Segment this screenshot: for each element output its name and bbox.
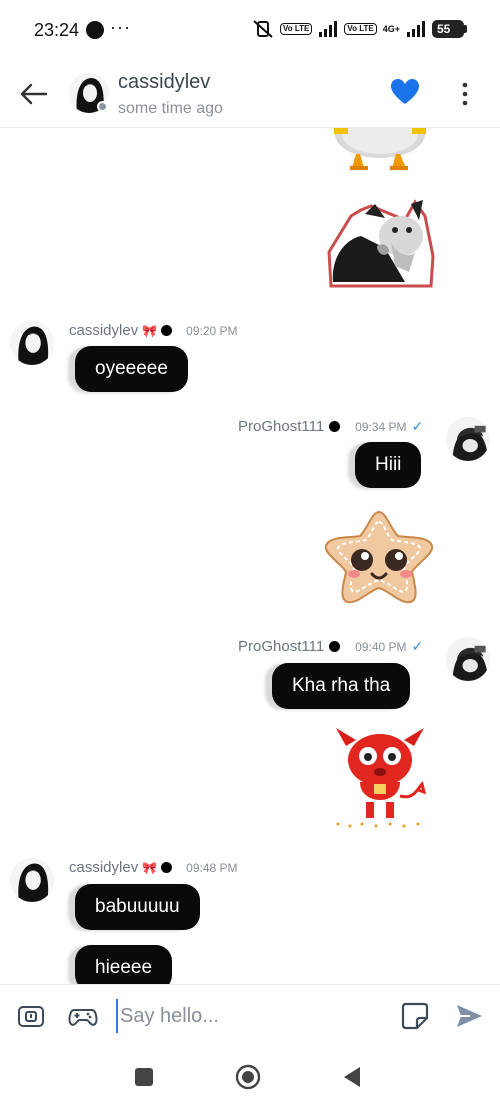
gingerbread-star-sticker[interactable] <box>322 508 436 606</box>
message-time: 09:20 PM <box>186 323 238 338</box>
sender-name[interactable]: ProGhost111 <box>238 638 324 655</box>
sender-avatar[interactable] <box>10 858 54 902</box>
message-bubble[interactable]: Hiii <box>355 442 422 488</box>
message-time: 09:40 PM <box>355 639 407 654</box>
black-dot-icon <box>329 641 341 652</box>
message-meta: cassidylev 🎀 09:48 PM <box>69 859 238 876</box>
sender-name[interactable]: cassidylev <box>69 859 138 876</box>
message-bubble[interactable]: oyeeeee <box>75 346 188 392</box>
composer-bar <box>0 984 500 1046</box>
sender-name[interactable]: ProGhost111 <box>238 418 324 435</box>
recents-icon[interactable] <box>131 1064 157 1090</box>
volte-icon-2: Vo LTE <box>344 23 377 35</box>
chat-header: cassidylev some time ago <box>0 62 500 128</box>
system-nav-bar <box>0 1046 500 1107</box>
girl-avatar-icon <box>10 321 54 365</box>
signal-icon-2 <box>407 21 425 37</box>
sticker-icon[interactable] <box>400 1001 430 1031</box>
home-icon[interactable] <box>235 1064 261 1090</box>
back-arrow-icon[interactable] <box>18 80 50 108</box>
black-dot-icon <box>329 421 341 432</box>
message-meta: cassidylev 🎀 09:20 PM <box>69 322 238 339</box>
message-meta: ProGhost111 09:40 PM ✓ <box>238 638 423 655</box>
read-check-icon: ✓ <box>411 418 424 434</box>
more-options-icon[interactable] <box>456 80 474 108</box>
mute-vibrate-icon <box>253 20 273 38</box>
last-seen-status: some time ago <box>118 100 223 117</box>
sender-avatar[interactable] <box>446 417 490 461</box>
presence-dot <box>97 101 108 112</box>
sender-name[interactable]: cassidylev <box>69 322 138 339</box>
status-time: 23:24 <box>34 20 80 40</box>
cat-sticker[interactable] <box>325 196 437 290</box>
red-devil-sticker[interactable] <box>330 726 430 830</box>
back-nav-icon[interactable] <box>340 1064 366 1090</box>
status-bar: 23:24 ··· Vo LTE Vo LTE 4G+ 55 <box>0 0 500 62</box>
send-icon[interactable] <box>454 1001 484 1031</box>
black-dot-icon <box>161 325 173 336</box>
signal-icon <box>319 21 338 37</box>
message-bubble[interactable]: hieeee <box>75 945 173 984</box>
sender-avatar[interactable] <box>10 321 54 365</box>
volte-icon: Vo LTE <box>279 23 313 35</box>
call-icon <box>86 21 104 39</box>
contact-name[interactable]: cassidylev <box>118 71 210 94</box>
battery-icon: 55 <box>432 20 467 38</box>
more-notifications-icon: ··· <box>110 17 131 37</box>
message-list[interactable]: cassidylev 🎀 09:20 PM oyeeeee ProGhost11… <box>0 128 500 984</box>
message-time: 09:48 PM <box>186 860 238 875</box>
ghost-avatar-icon <box>446 417 490 461</box>
message-bubble[interactable]: babuuuuu <box>75 884 200 930</box>
message-meta: ProGhost111 09:34 PM ✓ <box>238 418 423 435</box>
bow-emoji: 🎀 <box>142 323 158 338</box>
heart-icon[interactable] <box>390 78 420 106</box>
wallet-icon[interactable] <box>16 1001 46 1031</box>
sender-avatar[interactable] <box>446 637 490 681</box>
bow-emoji: 🎀 <box>142 860 158 875</box>
read-check-icon: ✓ <box>411 638 424 654</box>
message-input[interactable] <box>116 999 376 1033</box>
girl-avatar-icon <box>10 858 54 902</box>
status-icons: Vo LTE Vo LTE 4G+ 55 <box>252 19 467 39</box>
network-type: 4G+ <box>382 23 400 34</box>
message-bubble[interactable]: Kha rha tha <box>272 663 411 709</box>
message-time: 09:34 PM <box>355 419 407 434</box>
gamepad-icon[interactable] <box>68 1001 98 1031</box>
chicken-sticker[interactable] <box>330 128 430 174</box>
black-dot-icon <box>161 862 173 873</box>
ghost-avatar-icon <box>446 637 490 681</box>
